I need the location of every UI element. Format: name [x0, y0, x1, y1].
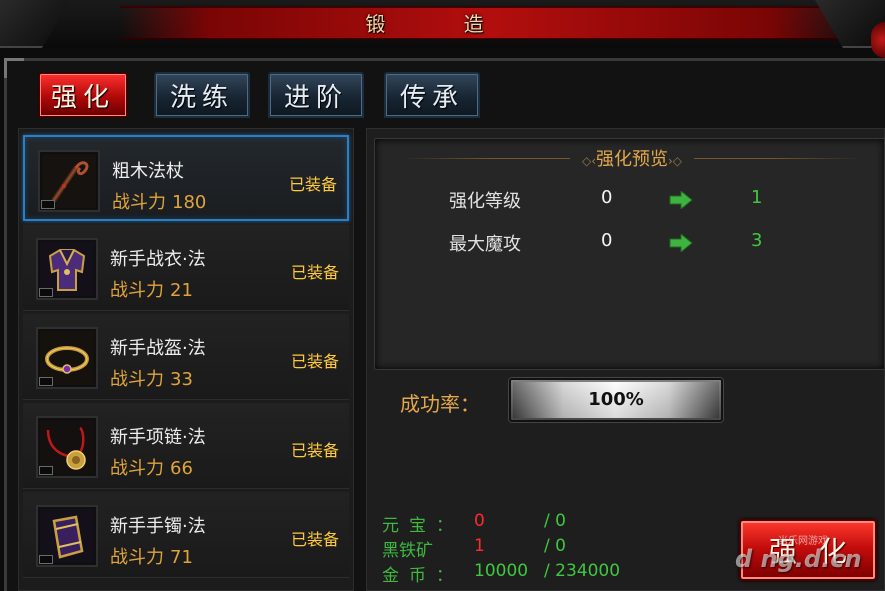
resource-owned: 1	[474, 536, 485, 556]
item-name: 新手战盔·法	[110, 338, 206, 359]
equipment-item-necklace[interactable]: 新手项链·法 战斗力 66 已装备	[23, 403, 349, 489]
equipped-status: 已装备	[290, 441, 339, 460]
item-slot	[36, 327, 98, 389]
item-name: 新手项链·法	[110, 427, 206, 448]
tab-advance[interactable]: 进阶	[268, 72, 364, 118]
close-icon[interactable]	[871, 22, 885, 58]
item-power: 战斗力 33	[110, 365, 193, 391]
resource-owned: 10000	[474, 561, 529, 581]
slot-tag	[39, 377, 53, 386]
arrow-right-icon	[669, 191, 693, 209]
power-label: 战斗力	[110, 280, 164, 301]
stat-next: 3	[751, 230, 763, 251]
tab-label: 传承	[399, 82, 464, 113]
resource-label: 金币：	[382, 566, 463, 586]
stat-current: 0	[601, 230, 613, 251]
power-value: 21	[170, 280, 193, 301]
frame-corner-ornament	[4, 58, 24, 78]
resource-label: 黑铁矿	[382, 541, 433, 561]
equipped-status: 已装备	[290, 352, 339, 371]
power-value: 33	[170, 369, 193, 390]
item-slot	[36, 416, 98, 478]
power-label: 战斗力	[110, 369, 164, 390]
preview-title-text: 强化预览	[596, 149, 668, 170]
arrow-right-icon	[669, 234, 693, 252]
watermark: d ng.d.cn	[735, 545, 862, 573]
resource-label: 元宝：	[382, 516, 463, 536]
item-power: 战斗力 21	[110, 276, 193, 302]
tab-inherit[interactable]: 传承	[384, 72, 480, 118]
tab-label: 洗练	[169, 82, 234, 113]
stat-label: 最大魔攻	[449, 234, 521, 255]
window-title: 锻 造	[365, 12, 520, 36]
preview-title: ◇‹强化预览›◇	[570, 147, 694, 173]
stat-label: 强化等级	[449, 191, 521, 212]
stat-next: 1	[751, 187, 763, 208]
stat-row-max-magic-attack: 最大魔攻 0 3	[0, 230, 885, 256]
tab-refine[interactable]: 洗练	[154, 72, 250, 118]
tab-label: 强化	[50, 82, 115, 113]
success-rate-bar: 100%	[509, 378, 723, 422]
tab-enhance[interactable]: 强化	[38, 72, 128, 118]
resource-required: / 0	[544, 536, 566, 556]
stat-row-enhance-level: 强化等级 0 1	[0, 187, 885, 213]
slot-tag	[39, 288, 53, 297]
item-power: 战斗力 66	[110, 454, 193, 480]
stat-current: 0	[601, 187, 613, 208]
equipment-item-circlet[interactable]: 新手战盔·法 战斗力 33 已装备	[23, 314, 349, 400]
ornament-right-icon: ›◇	[668, 154, 683, 168]
slot-tag	[39, 466, 53, 475]
resource-owned: 0	[474, 511, 485, 531]
resource-required: / 0	[544, 511, 566, 531]
item-name: 粗木法杖	[112, 161, 184, 182]
success-rate-label: 成功率：	[400, 392, 480, 416]
title-bar: 锻 造	[0, 0, 885, 58]
power-value: 66	[170, 458, 193, 479]
ornament-left-icon: ◇‹	[581, 154, 596, 168]
resource-required: / 234000	[544, 561, 621, 581]
equipped-status: 已装备	[290, 263, 339, 282]
power-label: 战斗力	[110, 458, 164, 479]
tab-label: 进阶	[283, 82, 348, 113]
success-rate-value: 100%	[588, 389, 644, 410]
